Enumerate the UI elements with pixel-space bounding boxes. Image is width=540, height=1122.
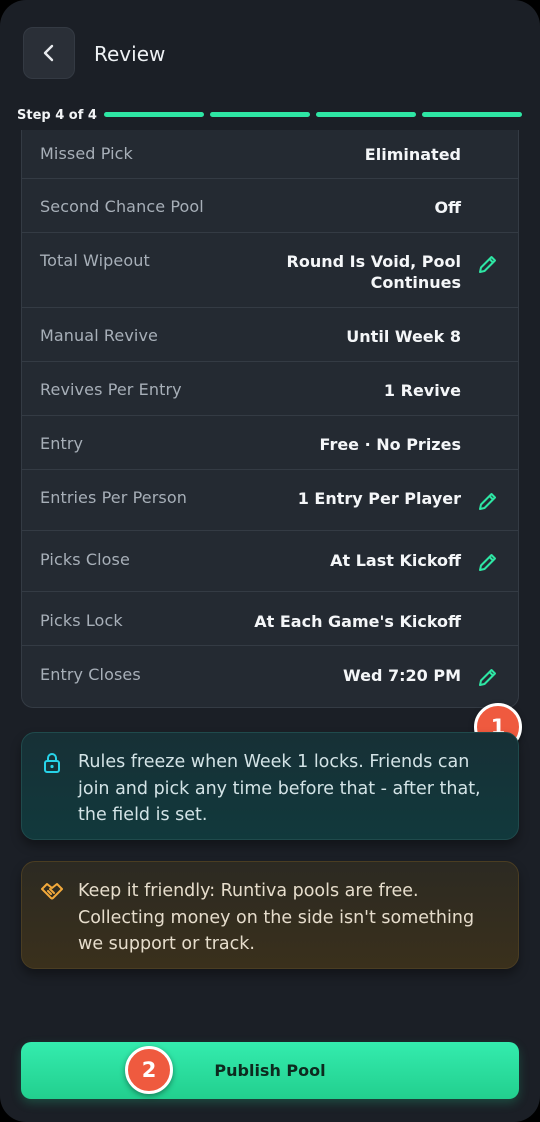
- setting-value: Wed 7:20 PM: [343, 666, 461, 685]
- setting-row-entry: Entry Free · No Prizes: [22, 416, 518, 470]
- setting-label: Picks Lock: [40, 611, 123, 630]
- setting-row-manual-revive: Manual Revive Until Week 8: [22, 308, 518, 362]
- setting-value: Round Is Void, Pool Continues: [287, 251, 461, 293]
- notice-text: Rules freeze when Week 1 locks. Friends …: [78, 752, 481, 825]
- setting-label: Revives Per Entry: [40, 380, 182, 399]
- publish-pool-label: Publish Pool: [214, 1061, 326, 1080]
- setting-label: Entry Closes: [40, 665, 141, 684]
- setting-value: Free · No Prizes: [319, 435, 461, 454]
- lock-icon: [44, 753, 60, 773]
- rules-freeze-notice: Rules freeze when Week 1 locks. Friends …: [21, 732, 519, 840]
- setting-value: 1 Entry Per Player: [297, 489, 461, 508]
- setting-label: Missed Pick: [40, 144, 133, 163]
- setting-label: Picks Close: [40, 550, 130, 569]
- pencil-icon[interactable]: [476, 489, 500, 513]
- keep-friendly-notice: Keep it friendly: Runtiva pools are free…: [21, 861, 519, 969]
- setting-label: Entry: [40, 434, 84, 453]
- review-screen: Review Step 4 of 4 Missed Pick Eliminate…: [0, 0, 540, 1122]
- pencil-icon[interactable]: [476, 252, 500, 276]
- step-label: Step 4 of 4: [17, 108, 97, 123]
- setting-value: 1 Revive: [383, 381, 461, 400]
- setting-row-entry-closes: Entry Closes Wed 7:20 PM: [22, 646, 518, 707]
- setting-row-picks-lock: Picks Lock At Each Game's Kickoff: [22, 592, 518, 646]
- settings-summary-card: Missed Pick Eliminated Second Chance Poo…: [21, 130, 519, 708]
- setting-value: Until Week 8: [346, 327, 461, 346]
- setting-label: Manual Revive: [40, 326, 158, 345]
- step-bar-3: [316, 112, 416, 117]
- setting-row-entries-per-person: Entries Per Person 1 Entry Per Player: [22, 470, 518, 531]
- chevron-left-icon: [43, 44, 54, 62]
- publish-pool-button[interactable]: Publish Pool: [21, 1042, 519, 1099]
- setting-row-second-chance: Second Chance Pool Off: [22, 179, 518, 233]
- setting-label: Second Chance Pool: [40, 197, 204, 216]
- setting-value: At Last Kickoff: [330, 551, 461, 570]
- setting-row-missed-pick: Missed Pick Eliminated: [22, 130, 518, 179]
- setting-value-line: Continues: [370, 273, 461, 292]
- setting-label: Entries Per Person: [40, 488, 187, 507]
- handshake-icon: [41, 883, 63, 900]
- setting-value: Off: [434, 198, 461, 217]
- pencil-icon[interactable]: [476, 665, 500, 689]
- header: Review: [0, 0, 540, 100]
- step-bar-4: [422, 112, 522, 117]
- step-bar-2: [210, 112, 310, 117]
- setting-row-revives-per-entry: Revives Per Entry 1 Revive: [22, 362, 518, 416]
- setting-value-line: Round Is Void, Pool: [286, 252, 461, 271]
- setting-row-picks-close: Picks Close At Last Kickoff: [22, 531, 518, 592]
- pencil-icon[interactable]: [476, 550, 500, 574]
- setting-value: At Each Game's Kickoff: [254, 612, 461, 631]
- setting-value: Eliminated: [364, 145, 461, 164]
- setting-label: Total Wipeout: [40, 251, 150, 270]
- annotation-badge-2: 2: [125, 1046, 173, 1094]
- setting-row-total-wipeout: Total Wipeout Round Is Void, Pool Contin…: [22, 233, 518, 308]
- step-bar-1: [104, 112, 204, 117]
- notice-text: Keep it friendly: Runtiva pools are free…: [78, 881, 475, 954]
- page-title: Review: [94, 42, 166, 66]
- back-button[interactable]: [23, 27, 75, 79]
